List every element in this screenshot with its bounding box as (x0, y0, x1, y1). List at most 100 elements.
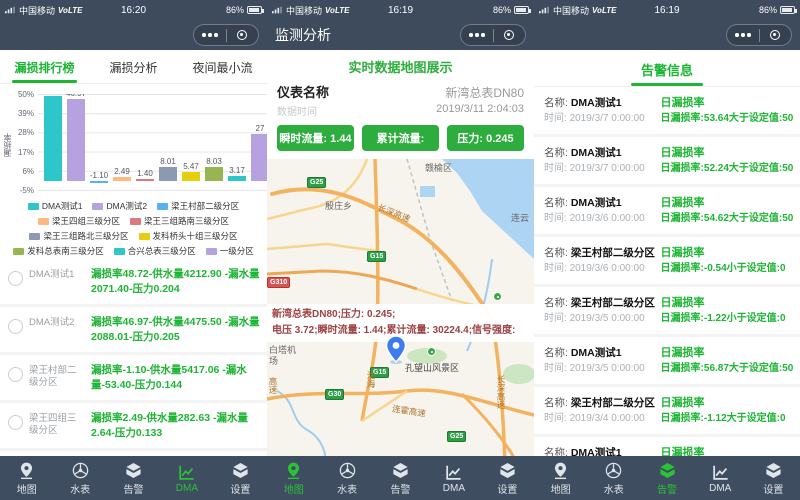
map-label-highway: 沈海 (365, 371, 377, 388)
time-label: 时间: (544, 113, 567, 124)
scenic-poi-icon (427, 347, 436, 356)
alarm-row[interactable]: 名称: 梁王村部二级分区 时间: 2019/3/6 0:00:00 日漏损率 日… (534, 237, 800, 287)
nav-settings[interactable]: 设置 (747, 456, 800, 500)
app-header: 监测分析 (267, 20, 534, 50)
name-label: 名称: (544, 347, 568, 359)
nav-settings[interactable]: 设置 (214, 456, 267, 500)
alarm-detail: 日漏损率:56.87大于设定值:50 (661, 361, 794, 377)
nav-water-meter[interactable]: 水表 (53, 456, 106, 500)
box-icon (231, 461, 250, 480)
tab-item[interactable]: 漏损分析 (89, 50, 178, 83)
legend-item[interactable]: 梁王三组路南三级分区 (130, 215, 229, 227)
legend-swatch (29, 233, 40, 240)
alarm-row[interactable]: 名称: 梁王村部二级分区 时间: 2019/3/5 0:00:00 日漏损率 日… (534, 287, 800, 337)
alarm-row[interactable]: 名称: DMA测试1 时间: 2019/3/7 0:00:00 日漏损率 日漏损… (534, 87, 800, 137)
clock: 16:20 (121, 5, 146, 16)
map-label-highway: 高速 (267, 377, 279, 394)
legend-item[interactable]: 一级分区 (206, 245, 254, 257)
panel-alarm-info: 中国移动 VoLTE 16:19 86% 告警信息 名 (534, 0, 800, 500)
chart-bar-value: 3.17 (222, 166, 252, 175)
metric-button[interactable]: 压力: 0.245 (447, 125, 524, 151)
alarm-row[interactable]: 名称: DMA测试1 时间: 2019/3/5 0:00:00 日漏损率 日漏损… (534, 337, 800, 387)
legend-item[interactable]: 发科总表南三级分区 (13, 245, 104, 257)
ranking-row[interactable]: DMA测试2 漏损率46.97-供水量4475.50 -漏水量2088.01-压… (0, 307, 267, 355)
nav-settings[interactable]: 设置 (481, 456, 534, 500)
battery-percent: 86% (759, 5, 777, 15)
y-tick-label: 39% (18, 109, 34, 118)
more-icon[interactable] (194, 33, 226, 37)
tab-item[interactable]: 漏损排行榜 (0, 50, 89, 83)
metric-buttons: 瞬时流量: 1.44 累计流量: 压力: 0.245 (277, 125, 524, 151)
name-label: 名称: (544, 147, 568, 159)
metric-button[interactable]: 累计流量: (362, 125, 439, 151)
bottom-nav: 地图 水表 告警 DMA 设置 (0, 456, 267, 500)
miniprogram-capsule[interactable] (193, 24, 259, 46)
tab-item[interactable]: 夜间最小流 (178, 50, 267, 83)
alarm-detail: 日漏损率:54.62大于设定值:50 (661, 211, 794, 227)
nav-alarm[interactable]: 告警 (374, 456, 427, 500)
name-label: 名称: (544, 197, 568, 209)
legend-item[interactable]: 梁王村部二级分区 (157, 200, 239, 212)
legend-item[interactable]: 合兴总表三级分区 (114, 245, 196, 257)
miniprogram-capsule[interactable] (726, 24, 792, 46)
road-badge-g310: G310 (267, 277, 290, 288)
legend-item[interactable]: DMA测试2 (92, 200, 147, 212)
name-label: 名称: (544, 97, 568, 109)
ranking-row[interactable]: DMA测试1 漏损率48.72-供水量4212.90 -漏水量2071.40-压… (0, 259, 267, 307)
alarm-row[interactable]: 名称: DMA测试1 时间: 2019/3/7 0:00:00 日漏损率 日漏损… (534, 137, 800, 187)
scenic-poi-icon (493, 292, 502, 301)
battery-icon (514, 6, 529, 14)
alarm-detail: 日漏损率:-1.22小于设定值:0 (661, 311, 792, 327)
legend-item[interactable]: DMA测试1 (28, 200, 83, 212)
legend-item[interactable]: 发科桥头十组三级分区 (139, 230, 238, 242)
map-pin-icon (284, 461, 303, 480)
nav-water-meter[interactable]: 水表 (587, 456, 640, 500)
radio-circle[interactable] (8, 367, 23, 382)
nav-dma[interactable]: DMA (160, 456, 213, 500)
y-tick-label: 6% (22, 167, 34, 176)
nav-map[interactable]: 地图 (534, 456, 587, 500)
miniprogram-capsule[interactable] (460, 24, 526, 46)
name-label: 名称: (544, 397, 568, 409)
alarm-row[interactable]: 名称: DMA测试1 时间: 2019/3/6 0:00:00 日漏损率 日漏损… (534, 187, 800, 237)
close-circle-icon[interactable] (494, 30, 526, 40)
chart-bar (251, 134, 267, 181)
alarm-zone-name: DMA测试1 (571, 147, 622, 159)
legend-swatch (157, 203, 168, 210)
legend-item[interactable]: 梁王三组路北三级分区 (29, 230, 128, 242)
ranking-row[interactable]: 梁王四组三级分区 漏损率2.49-供水量282.63 -漏水量2.64-压力0.… (0, 403, 267, 451)
nav-alarm[interactable]: 告警 (640, 456, 693, 500)
zone-name: 梁王四组三级分区 (29, 411, 85, 437)
close-circle-icon[interactable] (760, 30, 792, 40)
chart-bar (44, 96, 62, 181)
carrier-label: 中国移动 (553, 4, 589, 17)
legend-item[interactable]: 梁王四组三级分区 (38, 215, 120, 227)
radio-circle[interactable] (8, 271, 23, 286)
nav-water-meter[interactable]: 水表 (320, 456, 373, 500)
alarm-row[interactable]: 名称: 梁王村部二级分区 时间: 2019/3/4 0:00:00 日漏损率 日… (534, 387, 800, 437)
nav-alarm[interactable]: 告警 (107, 456, 160, 500)
leak-tabs: 漏损排行榜漏损分析夜间最小流 (0, 50, 267, 84)
metric-button[interactable]: 瞬时流量: 1.44 (277, 125, 354, 151)
radio-circle[interactable] (8, 415, 23, 430)
more-icon[interactable] (727, 33, 759, 37)
close-circle-icon[interactable] (227, 30, 259, 40)
legend-swatch (130, 218, 141, 225)
box-icon (764, 461, 783, 480)
ranking-row[interactable]: 梁王村部二级分区 漏损率-1.10-供水量5417.06 -漏水量-53.40-… (0, 355, 267, 403)
nav-dma[interactable]: DMA (427, 456, 480, 500)
road-badge-g30: G30 (325, 389, 344, 400)
more-icon[interactable] (461, 33, 493, 37)
nav-dma[interactable]: DMA (694, 456, 747, 500)
nav-map[interactable]: 地图 (267, 456, 320, 500)
alarm-time: 2019/3/5 0:00:00 (570, 313, 645, 324)
radio-circle[interactable] (8, 319, 23, 334)
map-label-airport: 白塔机场 (269, 345, 301, 367)
zone-name: DMA测试1 (29, 267, 85, 281)
battery-percent: 86% (493, 5, 511, 15)
panel-realtime-map: 中国移动 VoLTE 16:19 86% 监测分析 实时数据地图展示 仪表名称 … (267, 0, 534, 500)
map-label-town: 殷庄乡 (325, 199, 352, 212)
map-view[interactable]: G25 G15 G310 G15 G30 G25 赣榆区 殷庄乡 长深高速 连云… (267, 159, 534, 500)
nav-map[interactable]: 地图 (0, 456, 53, 500)
carrier-label: 中国移动 (286, 4, 322, 17)
